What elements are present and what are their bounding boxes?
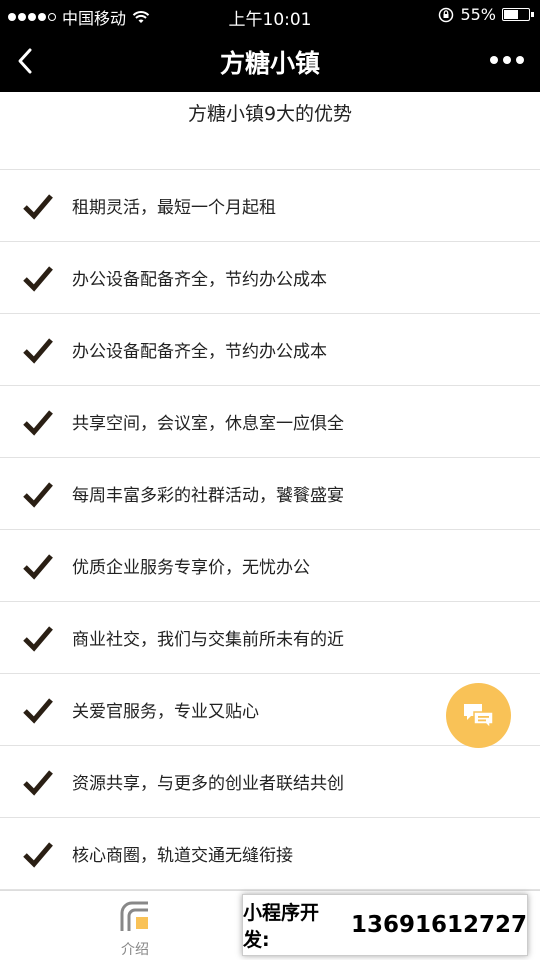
checkmark-icon xyxy=(23,769,53,796)
battery-info: 55% xyxy=(438,5,534,24)
battery-icon xyxy=(502,8,534,21)
benefit-text: 共享空间，会议室，休息室一应俱全 xyxy=(72,414,344,434)
benefit-text: 租期灵活，最短一个月起租 xyxy=(72,198,276,218)
checkmark-icon xyxy=(23,409,53,436)
page-title: 方糖小镇 xyxy=(219,49,320,78)
battery-percent: 55% xyxy=(460,5,496,24)
tab-intro-label: 介绍 xyxy=(121,942,149,958)
chat-button[interactable] xyxy=(446,683,511,748)
benefit-text: 核心商圈，轨道交通无缝衔接 xyxy=(72,846,293,866)
benefit-text: 商业社交，我们与交集前所未有的近 xyxy=(72,630,344,650)
main-content[interactable]: 方糖小镇9大的优势 租期灵活，最短一个月起租 办公设备配备齐全，节约办公成本 办… xyxy=(0,92,540,890)
benefit-text: 优质企业服务专享价，无忧办公 xyxy=(72,558,310,578)
intro-icon xyxy=(120,901,148,931)
watermark-label: 小程序开发: xyxy=(243,902,320,951)
benefit-text: 办公设备配备齐全，节约办公成本 xyxy=(72,270,327,290)
benefit-list: 租期灵活，最短一个月起租 办公设备配备齐全，节约办公成本 办公设备配备齐全，节约… xyxy=(0,170,540,890)
section-title: 方糖小镇9大的优势 xyxy=(0,92,540,170)
checkmark-icon xyxy=(23,553,53,580)
benefit-item: 商业社交，我们与交集前所未有的近 xyxy=(0,602,540,674)
chat-bubbles-icon xyxy=(463,703,494,730)
benefit-item: 每周丰富多彩的社群活动，饕餮盛宴 xyxy=(0,458,540,530)
checkmark-icon xyxy=(23,337,53,364)
checkmark-icon xyxy=(23,265,53,292)
checkmark-icon xyxy=(23,481,53,508)
more-dots-icon xyxy=(490,56,498,64)
checkmark-icon xyxy=(23,625,53,652)
status-bar: 中国移动 上午10:01 55% xyxy=(0,0,540,30)
benefit-item: 共享空间，会议室，休息室一应俱全 xyxy=(0,386,540,458)
checkmark-icon xyxy=(23,697,53,724)
watermark-banner: 小程序开发: 13691612727 xyxy=(242,894,528,956)
nav-bar: 方糖小镇 xyxy=(0,30,540,92)
benefit-text: 关爱官服务，专业又贴心 xyxy=(72,702,259,722)
benefit-item: 办公设备配备齐全，节约办公成本 xyxy=(0,314,540,386)
orientation-lock-icon xyxy=(439,7,454,22)
more-button[interactable] xyxy=(490,52,524,68)
benefit-text: 资源共享，与更多的创业者联结共创 xyxy=(72,774,344,794)
watermark-phone: 13691612727 xyxy=(350,912,527,938)
tab-intro[interactable]: 介绍 xyxy=(104,899,166,959)
benefit-item: 核心商圈，轨道交通无缝衔接 xyxy=(0,818,540,890)
benefit-item: 租期灵活，最短一个月起租 xyxy=(0,170,540,242)
checkmark-icon xyxy=(23,841,53,868)
benefit-item: 资源共享，与更多的创业者联结共创 xyxy=(0,746,540,818)
benefit-text: 每周丰富多彩的社群活动，饕餮盛宴 xyxy=(72,486,344,506)
benefit-text: 办公设备配备齐全，节约办公成本 xyxy=(72,342,327,362)
benefit-item: 办公设备配备齐全，节约办公成本 xyxy=(0,242,540,314)
benefit-item: 优质企业服务专享价，无忧办公 xyxy=(0,530,540,602)
checkmark-icon xyxy=(23,193,53,220)
